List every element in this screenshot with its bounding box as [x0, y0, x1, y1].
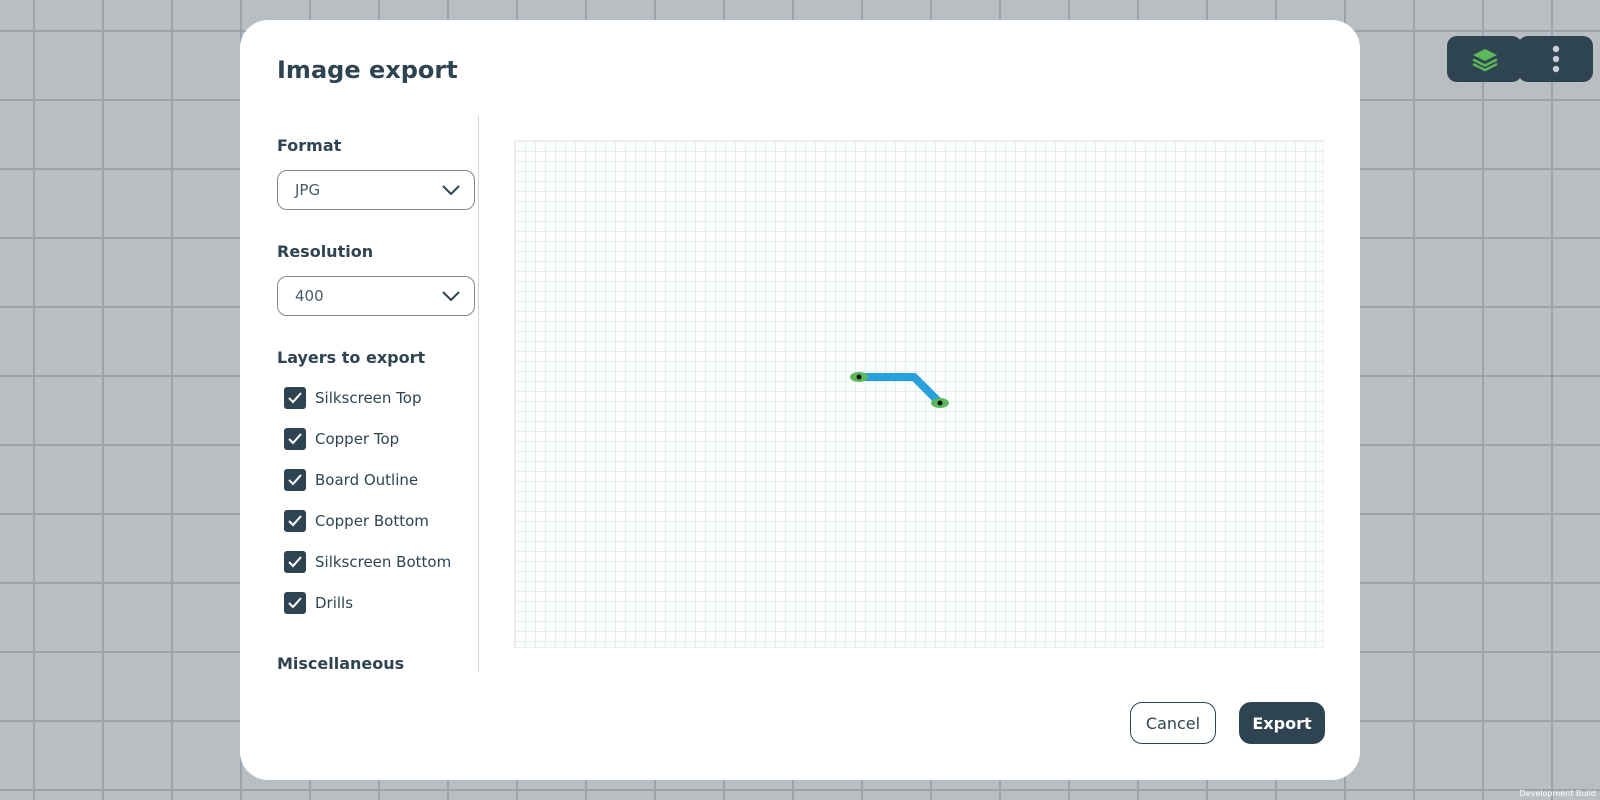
- checkbox-checked-icon: [284, 428, 306, 450]
- layer-checkbox-silkscreen-top[interactable]: Silkscreen Top: [284, 386, 422, 410]
- layer-label: Silkscreen Bottom: [315, 553, 452, 571]
- layers-button[interactable]: [1447, 36, 1522, 82]
- layer-checkbox-drills[interactable]: Drills: [284, 591, 353, 615]
- format-select-value: JPG: [295, 181, 321, 199]
- dialog-title: Image export: [277, 56, 458, 84]
- copper-trace: [855, 373, 944, 407]
- layer-checkbox-copper-bottom[interactable]: Copper Bottom: [284, 509, 429, 533]
- checkbox-checked-icon: [284, 469, 306, 491]
- checkbox-checked-icon: [284, 510, 306, 532]
- checkbox-checked-icon: [284, 387, 306, 409]
- layer-label: Drills: [315, 594, 354, 612]
- layer-label: Silkscreen Top: [315, 389, 422, 407]
- checkbox-checked-icon: [284, 551, 306, 573]
- resolution-select-value: 400: [295, 287, 324, 305]
- resolution-select[interactable]: 400: [277, 276, 475, 316]
- layer-label: Copper Top: [315, 430, 400, 448]
- pcb-trace-preview: [850, 372, 949, 408]
- drill-hole-end: [937, 400, 943, 406]
- drill-hole-start: [856, 374, 862, 380]
- miscellaneous-label: Miscellaneous: [277, 654, 405, 672]
- layers-icon: [1471, 49, 1498, 72]
- layer-checkbox-board-outline[interactable]: Board Outline: [284, 468, 418, 492]
- export-options-sidebar[interactable]: Format JPG Resolution 400 Layers to expo…: [277, 116, 479, 672]
- more-options-button[interactable]: [1518, 36, 1593, 82]
- format-select[interactable]: JPG: [277, 170, 475, 210]
- export-preview-canvas: [514, 140, 1324, 648]
- layer-label: Copper Bottom: [315, 512, 429, 530]
- image-export-dialog: Image export Format JPG Resolution 400 L…: [240, 20, 1360, 780]
- layer-checkbox-copper-top[interactable]: Copper Top: [284, 427, 399, 451]
- layers-to-export-label: Layers to export: [277, 348, 426, 367]
- chevron-down-icon: [442, 291, 460, 301]
- cancel-button[interactable]: Cancel: [1130, 702, 1216, 744]
- format-label: Format: [277, 136, 342, 155]
- chevron-down-icon: [442, 185, 460, 195]
- layer-label: Board Outline: [315, 471, 419, 489]
- layer-checkbox-silkscreen-bottom[interactable]: Silkscreen Bottom: [284, 550, 451, 574]
- build-label: Development Build: [1519, 789, 1596, 798]
- more-vertical-icon: [1552, 45, 1559, 73]
- export-button[interactable]: Export: [1239, 702, 1325, 744]
- resolution-label: Resolution: [277, 242, 374, 261]
- checkbox-checked-icon: [284, 592, 306, 614]
